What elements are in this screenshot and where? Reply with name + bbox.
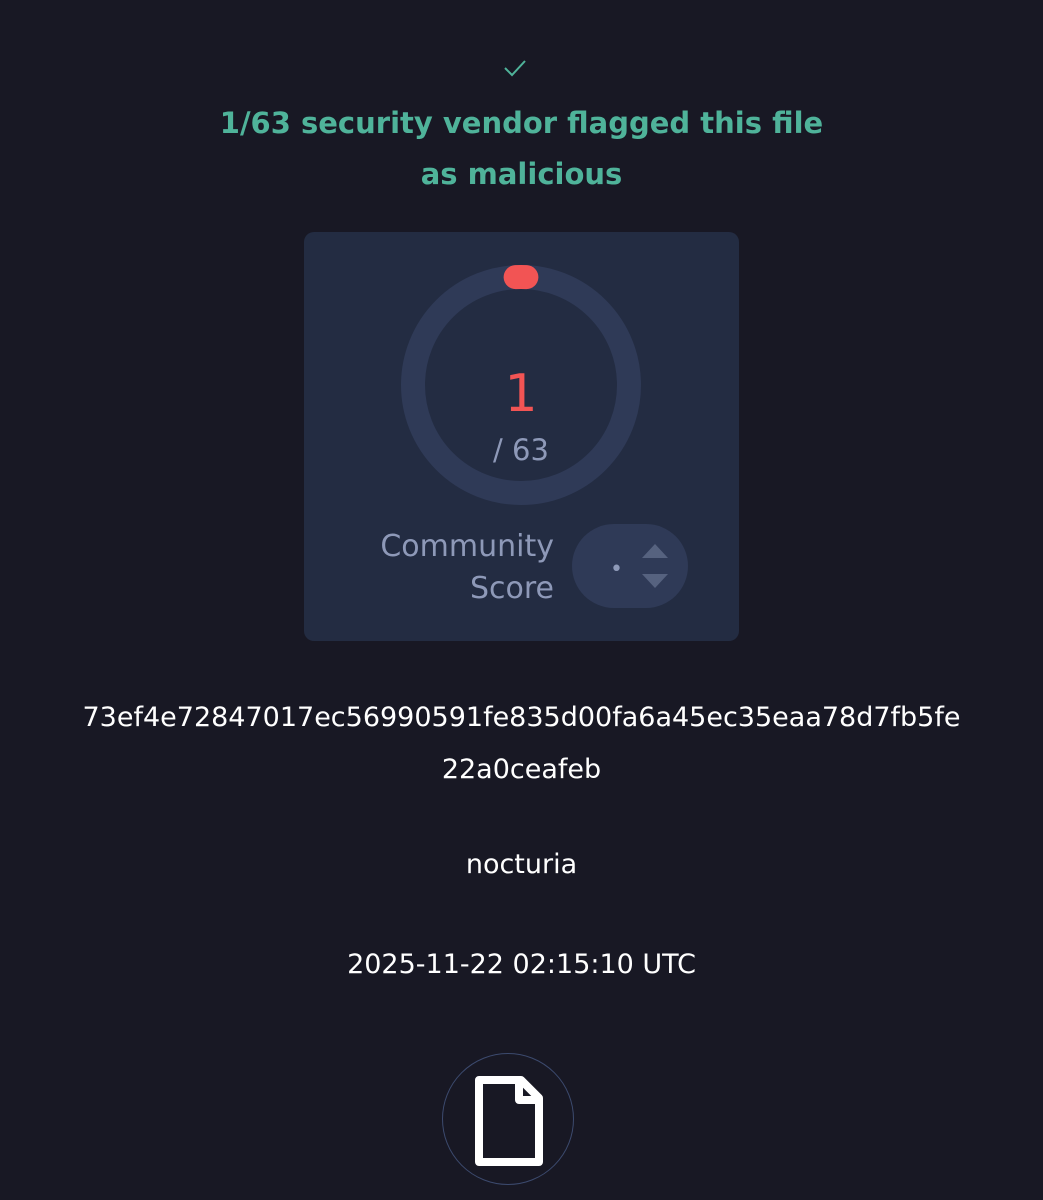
file-hash-line-2: 22a0ceafeb <box>441 754 602 785</box>
detection-summary-page: 1/63 security vendor flagged this file as… <box>0 0 1043 1200</box>
community-score-label: Community Score <box>380 529 554 606</box>
community-score-widget: • <box>572 524 688 608</box>
check-icon <box>504 60 526 77</box>
detection-gauge: 1 / 63 <box>400 264 642 506</box>
triangle-down-icon[interactable] <box>640 572 670 590</box>
scan-date: 2025-11-22 02:15:10 UTC <box>347 949 696 980</box>
file-hash: 73ef4e72847017ec56990591fe835d00fa6a45ec… <box>0 692 1043 796</box>
file-icon <box>475 1076 543 1166</box>
detection-headline: 1/63 security vendor flagged this file as… <box>219 106 824 191</box>
file-hash-line-1: 73ef4e72847017ec56990591fe835d00fa6a45ec… <box>82 702 961 733</box>
file-type-badge <box>442 1053 574 1185</box>
detection-card: 1 / 63 Community Score • <box>304 232 739 641</box>
file-name: nocturia <box>465 849 578 880</box>
detection-count: 1 <box>504 364 538 424</box>
detection-total: / 63 <box>493 433 549 467</box>
triangle-up-icon[interactable] <box>640 542 670 560</box>
community-score-value: • <box>610 557 623 582</box>
